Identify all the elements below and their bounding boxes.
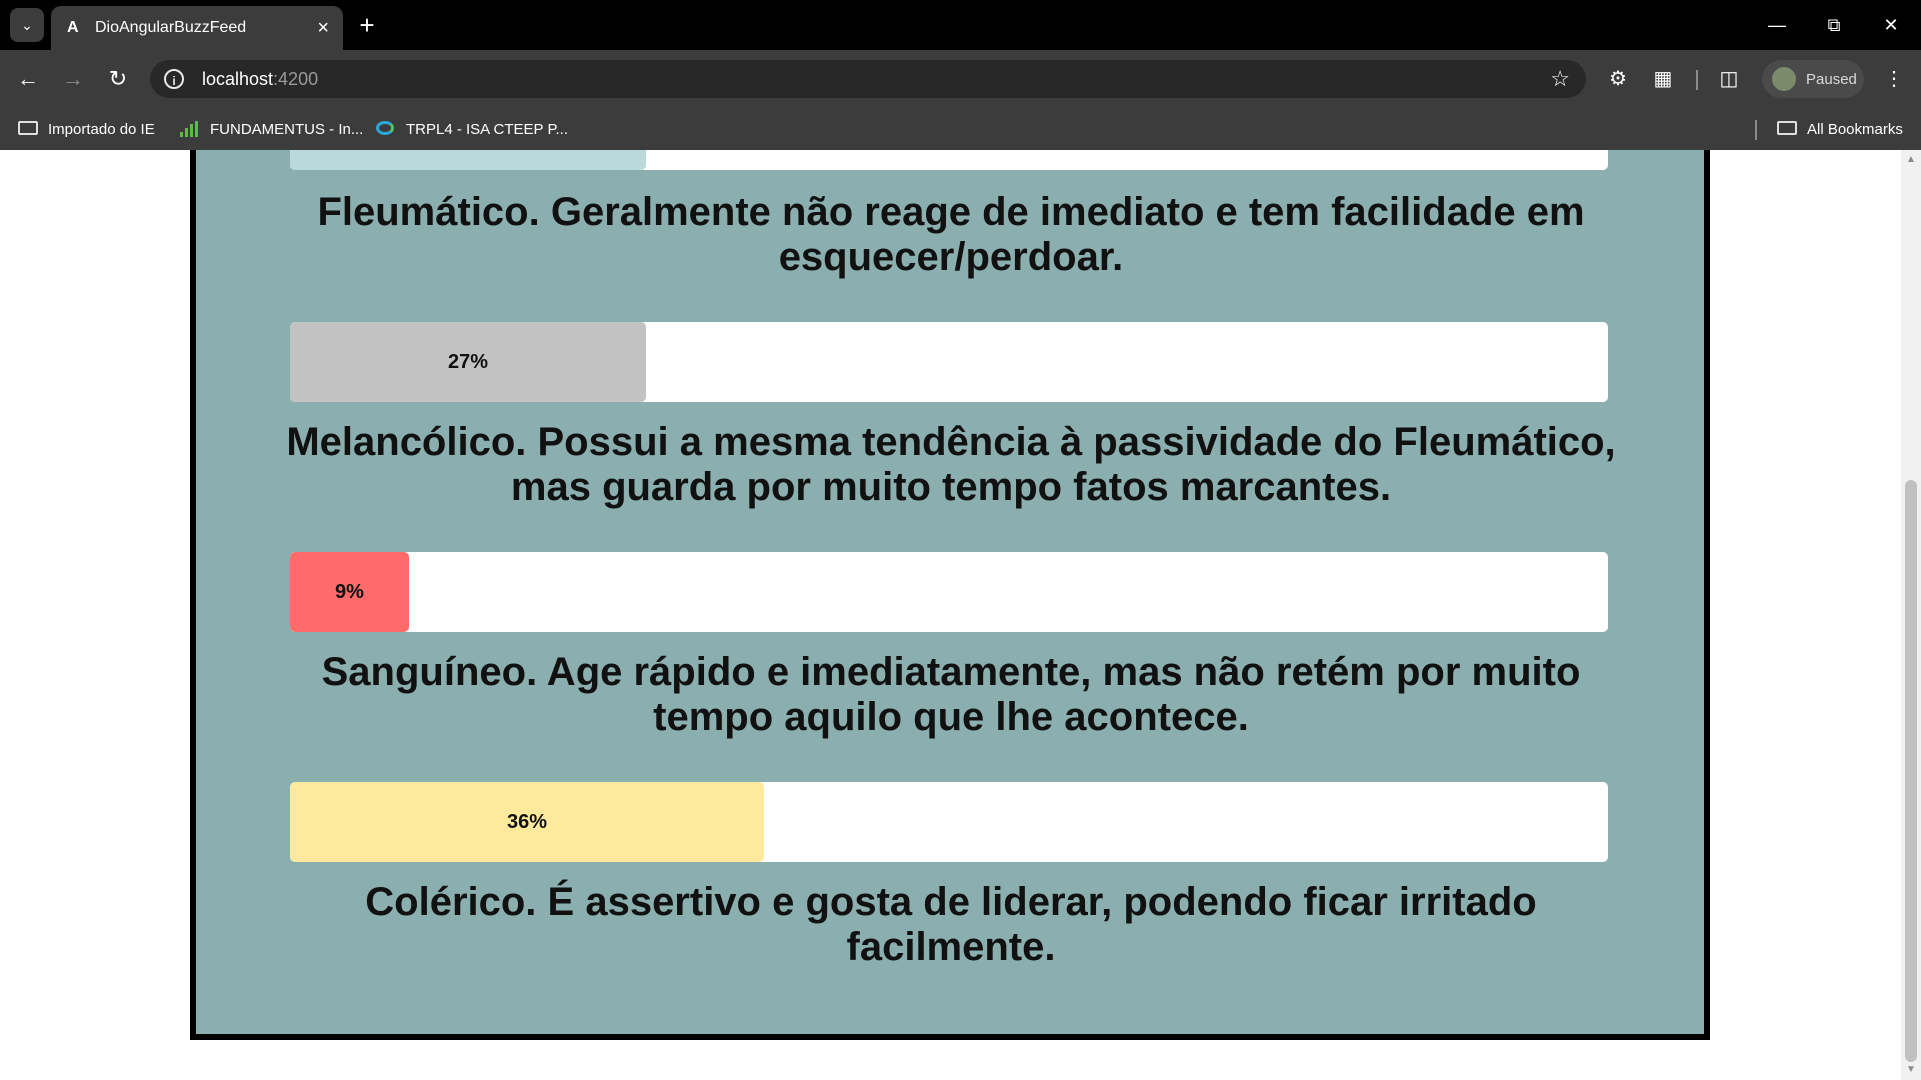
result-bar-track: 9%	[290, 552, 1608, 632]
close-tab-icon[interactable]: ×	[317, 18, 329, 38]
scroll-down-arrow-icon[interactable]: ▼	[1901, 1062, 1921, 1078]
close-window-icon[interactable]: ✕	[1871, 10, 1911, 40]
result-description: Sanguíneo. Age rápido e imediatamente, m…	[321, 650, 1581, 739]
new-tab-button[interactable]: +	[352, 10, 382, 40]
result-bar-track	[290, 150, 1608, 170]
bookmarks-divider	[1755, 120, 1757, 140]
minimize-icon[interactable]: —	[1757, 10, 1797, 40]
extension-gear-icon[interactable]: ⚙	[1603, 64, 1633, 94]
scrollbar-thumb[interactable]	[1905, 480, 1917, 1062]
bookmark-label: TRPL4 - ISA CTEEP P...	[406, 120, 569, 138]
back-arrow-icon[interactable]: ←	[11, 62, 45, 96]
bookmark-trpl4[interactable]: TRPL4 - ISA CTEEP P...	[376, 108, 568, 150]
menu-kebab-icon[interactable]: ⋮	[1879, 64, 1909, 94]
scroll-up-arrow-icon[interactable]: ▲	[1901, 152, 1921, 168]
all-bookmarks-button[interactable]: All Bookmarks	[1777, 108, 1903, 150]
bookmark-fundamentus[interactable]: FUNDAMENTUS - In...	[180, 108, 363, 150]
bookmark-star-icon[interactable]: ☆	[1550, 66, 1570, 92]
edge-icon	[376, 121, 398, 137]
all-bookmarks-label: All Bookmarks	[1807, 120, 1903, 138]
profile-button[interactable]: Paused	[1762, 60, 1864, 98]
result-bar-fill: 36%	[290, 782, 764, 862]
bookmark-importado[interactable]: Importado do IE	[18, 108, 155, 150]
site-info-icon[interactable]: i	[164, 69, 184, 89]
folder-icon	[1777, 121, 1799, 137]
signal-bars-icon	[180, 121, 202, 137]
result-bar-fill: 9%	[290, 552, 409, 632]
forward-arrow-icon[interactable]: →	[56, 62, 90, 96]
bookmarks-bar: Importado do IE FUNDAMENTUS - In... TRPL…	[0, 108, 1921, 150]
tab-search-button[interactable]: ⌄	[10, 8, 44, 42]
result-bar-track: 27%	[290, 322, 1608, 402]
profile-status: Paused	[1806, 70, 1857, 88]
avatar	[1772, 67, 1796, 91]
result-bar-fill	[290, 150, 646, 170]
page-viewport: Fleumático. Geralmente não reage de imed…	[0, 150, 1901, 1080]
toolbar-divider	[1696, 70, 1698, 90]
bookmark-label: FUNDAMENTUS - In...	[210, 120, 364, 138]
url-port: :4200	[273, 68, 319, 89]
address-bar[interactable]: i localhost:4200 ☆	[150, 60, 1586, 98]
bookmark-label: Importado do IE	[48, 120, 155, 138]
restore-icon[interactable]: ⧉	[1814, 10, 1854, 40]
result-bar-fill: 27%	[290, 322, 646, 402]
result-description: Fleumático. Geralmente não reage de imed…	[317, 190, 1585, 279]
angular-favicon-icon: A	[67, 19, 79, 36]
folder-icon	[18, 121, 40, 137]
tab-title: DioAngularBuzzFeed	[95, 19, 247, 36]
result-bar-track: 36%	[290, 782, 1608, 862]
extensions-puzzle-icon[interactable]: ▦	[1648, 64, 1678, 94]
reload-icon[interactable]: ↻	[101, 62, 135, 96]
url-host: localhost	[202, 68, 274, 89]
result-description: Colérico. É assertivo e gosta de liderar…	[365, 880, 1537, 969]
side-panel-icon[interactable]: ◫	[1714, 64, 1744, 94]
browser-tab[interactable]: A DioAngularBuzzFeed ×	[51, 6, 343, 50]
browser-title-bar: ⌄ A DioAngularBuzzFeed × + — ⧉ ✕	[0, 0, 1921, 50]
result-description: Melancólico. Possui a mesma tendência à …	[286, 420, 1616, 509]
browser-toolbar: ← → ↻ i localhost:4200 ☆ ⚙ ▦ ◫ Paused ⋮	[0, 50, 1921, 108]
chevron-down-icon: ⌄	[21, 16, 33, 33]
page-scrollbar[interactable]: ▲ ▼	[1901, 150, 1921, 1080]
